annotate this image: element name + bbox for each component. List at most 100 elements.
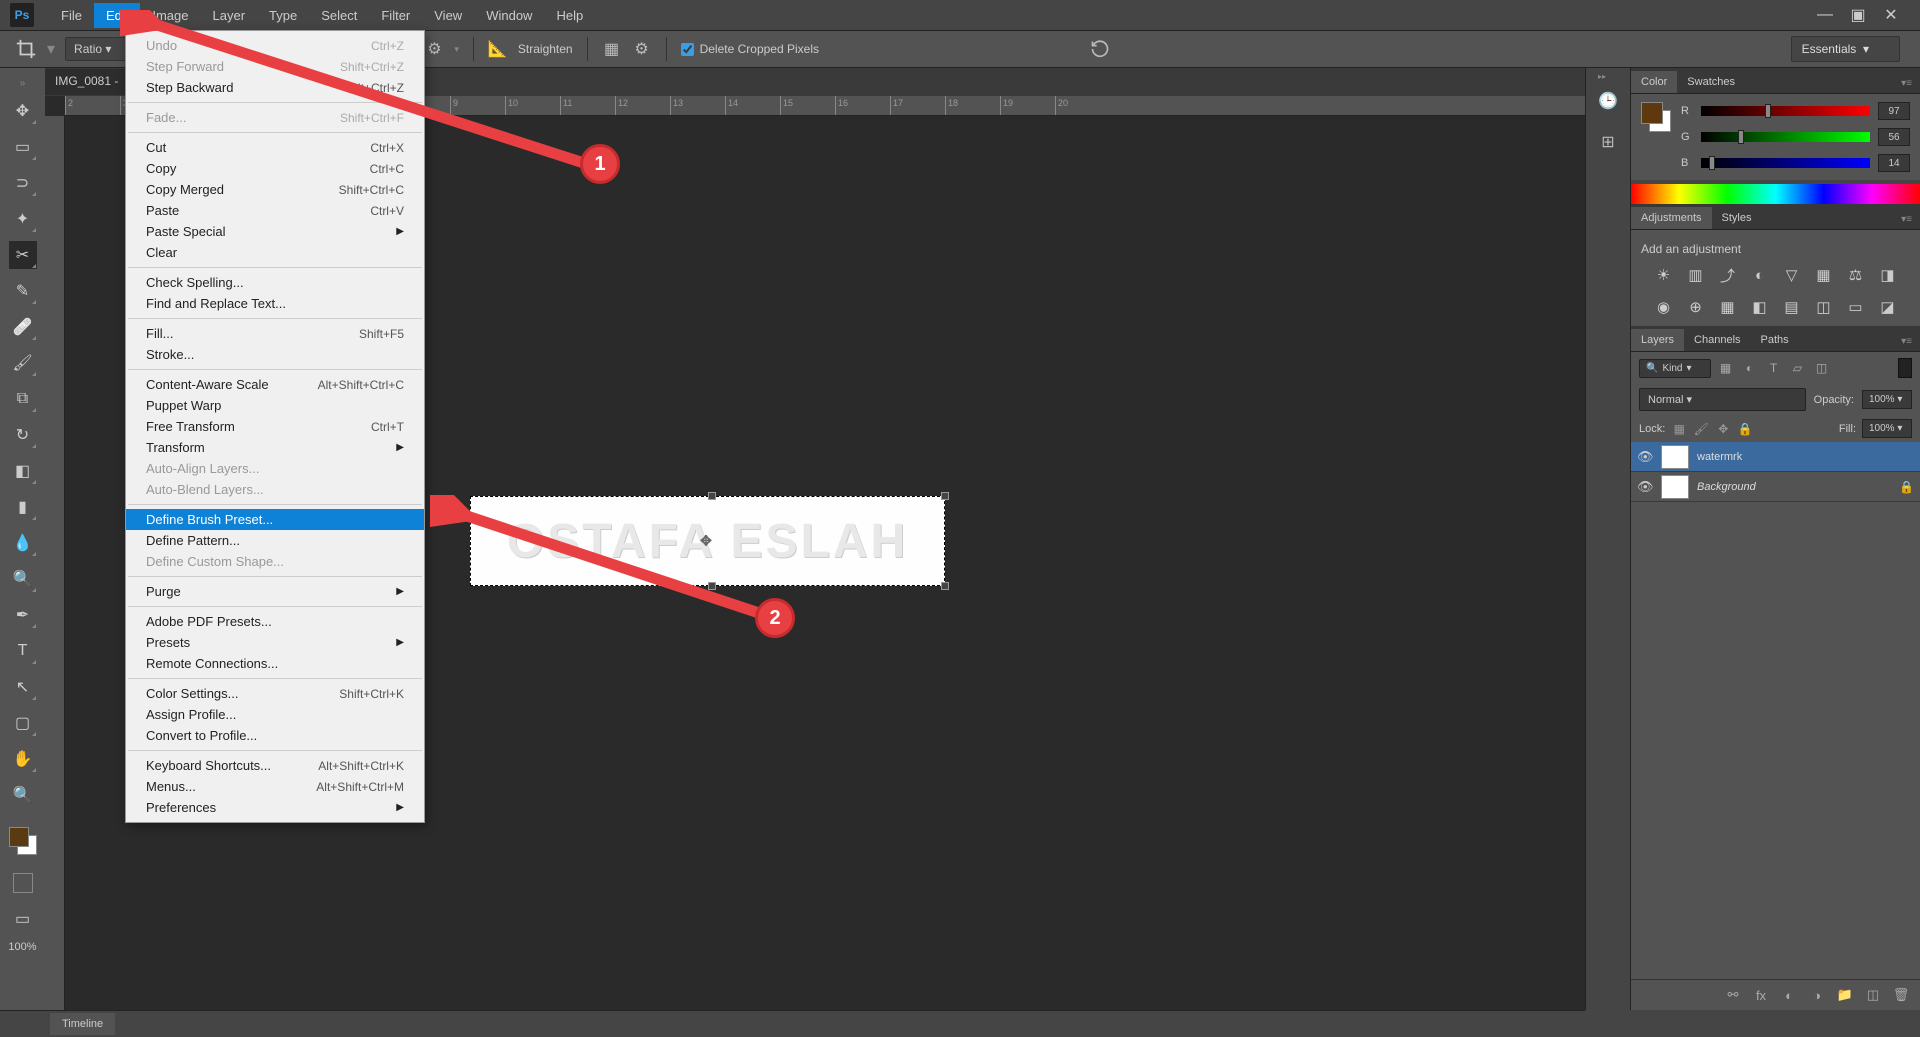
zoom-percent[interactable]: 100% [4, 937, 40, 957]
marquee-tool[interactable]: ▭ [9, 133, 37, 161]
zoom-tool[interactable]: 🔍 [9, 781, 37, 809]
delete-layer-icon[interactable]: 🗑 [1892, 986, 1910, 1004]
layer-name[interactable]: Background [1697, 481, 1891, 493]
tab-color[interactable]: Color [1631, 71, 1677, 93]
layer-mask-icon[interactable]: ◐ [1780, 986, 1798, 1004]
menu-item-color-settings-[interactable]: Color Settings...Shift+Ctrl+K [126, 683, 424, 704]
panel-menu-icon[interactable]: ▾≡ [1893, 210, 1920, 229]
g-slider[interactable] [1701, 132, 1870, 142]
tab-paths[interactable]: Paths [1751, 329, 1799, 351]
gradient-tool[interactable]: ▮ [9, 493, 37, 521]
bw-icon[interactable]: ◨ [1877, 264, 1899, 286]
menu-item-clear[interactable]: Clear [126, 242, 424, 263]
menu-window[interactable]: Window [474, 3, 544, 28]
type-tool[interactable]: T [9, 637, 37, 665]
lock-all-icon[interactable]: 🔒 [1737, 421, 1753, 437]
color-picker-swatch[interactable] [1641, 102, 1671, 132]
menu-help[interactable]: Help [544, 3, 595, 28]
menu-item-copy-merged[interactable]: Copy MergedShift+Ctrl+C [126, 179, 424, 200]
history-panel-icon[interactable]: 🕒 [1595, 88, 1621, 114]
g-value[interactable]: 56 [1878, 128, 1910, 146]
tab-channels[interactable]: Channels [1684, 329, 1750, 351]
adjustment-layer-icon[interactable]: ◑ [1808, 986, 1826, 1004]
hue-icon[interactable]: ▦ [1813, 264, 1835, 286]
timeline-tab[interactable]: Timeline [50, 1013, 115, 1035]
panel-menu-icon[interactable]: ▾≡ [1893, 74, 1920, 93]
menu-item-remote-connections-[interactable]: Remote Connections... [126, 653, 424, 674]
pixel-filter-icon[interactable]: ▦ [1717, 359, 1735, 377]
layer-thumbnail[interactable] [1661, 445, 1689, 469]
layer-row[interactable]: 👁 Background 🔒 [1631, 472, 1920, 502]
threshold-icon[interactable]: ◫ [1813, 296, 1835, 318]
menu-item-keyboard-shortcuts-[interactable]: Keyboard Shortcuts...Alt+Shift+Ctrl+K [126, 755, 424, 776]
fill-input[interactable]: 100% ▾ [1862, 419, 1912, 438]
straighten-label[interactable]: Straighten [518, 42, 573, 56]
menu-view[interactable]: View [422, 3, 474, 28]
r-value[interactable]: 97 [1878, 102, 1910, 120]
menu-select[interactable]: Select [309, 3, 369, 28]
lasso-tool[interactable]: ⊃ [9, 169, 37, 197]
menu-image[interactable]: Image [140, 3, 200, 28]
r-slider[interactable] [1701, 106, 1870, 116]
menu-item-assign-profile-[interactable]: Assign Profile... [126, 704, 424, 725]
collapse-icon[interactable]: ▸▸ [1598, 72, 1618, 80]
lock-transparency-icon[interactable]: ▦ [1671, 421, 1687, 437]
color-balance-icon[interactable]: ⚖ [1845, 264, 1867, 286]
dodge-tool[interactable]: 🔍 [9, 565, 37, 593]
history-brush-tool[interactable]: ↻ [9, 421, 37, 449]
straighten-icon[interactable]: 📐 [488, 39, 508, 59]
b-value[interactable]: 14 [1878, 154, 1910, 172]
tab-layers[interactable]: Layers [1631, 329, 1684, 351]
gradient-map-icon[interactable]: ▭ [1845, 296, 1867, 318]
link-layers-icon[interactable]: ⚯ [1724, 986, 1742, 1004]
vibrance-icon[interactable]: ▽ [1781, 264, 1803, 286]
settings-gear-icon[interactable]: ⚙ [424, 39, 444, 59]
new-layer-icon[interactable]: ◫ [1864, 986, 1882, 1004]
tab-adjustments[interactable]: Adjustments [1631, 207, 1712, 229]
menu-item-cut[interactable]: CutCtrl+X [126, 137, 424, 158]
selective-color-icon[interactable]: ◪ [1877, 296, 1899, 318]
color-spectrum[interactable] [1631, 184, 1920, 204]
menu-item-paste[interactable]: PasteCtrl+V [126, 200, 424, 221]
pen-tool[interactable]: ✒ [9, 601, 37, 629]
minimize-button[interactable]: — [1816, 6, 1834, 24]
type-filter-icon[interactable]: T [1765, 359, 1783, 377]
menu-edit[interactable]: Edit [94, 3, 140, 28]
menu-filter[interactable]: Filter [369, 3, 422, 28]
properties-panel-icon[interactable]: ⊞ [1595, 129, 1621, 155]
group-icon[interactable]: 📁 [1836, 986, 1854, 1004]
workspace-dropdown[interactable]: Essentials ▾ [1791, 36, 1900, 62]
tab-styles[interactable]: Styles [1712, 207, 1762, 229]
ratio-dropdown[interactable]: Ratio ▾ [65, 37, 130, 61]
smart-filter-icon[interactable]: ◫ [1813, 359, 1831, 377]
curves-icon[interactable]: ⤴ [1717, 264, 1739, 286]
menu-item-presets[interactable]: Presets▶ [126, 632, 424, 653]
menu-item-stroke-[interactable]: Stroke... [126, 344, 424, 365]
levels-icon[interactable]: ▥ [1685, 264, 1707, 286]
path-selection-tool[interactable]: ↖ [9, 673, 37, 701]
shape-filter-icon[interactable]: ▱ [1789, 359, 1807, 377]
menu-item-check-spelling-[interactable]: Check Spelling... [126, 272, 424, 293]
reset-icon[interactable] [1089, 39, 1111, 59]
brush-tool[interactable]: 🖌 [9, 349, 37, 377]
blend-mode-dropdown[interactable]: Normal ▾ [1639, 388, 1806, 411]
menu-item-copy[interactable]: CopyCtrl+C [126, 158, 424, 179]
adj-filter-icon[interactable]: ◐ [1741, 359, 1759, 377]
eraser-tool[interactable]: ◧ [9, 457, 37, 485]
lock-pixels-icon[interactable]: 🖌 [1693, 421, 1709, 437]
selection-marquee[interactable]: OSTAFA ESLAH ✥ [470, 496, 945, 586]
delete-cropped-checkbox[interactable]: Delete Cropped Pixels [681, 42, 819, 56]
blur-tool[interactable]: 💧 [9, 529, 37, 557]
shape-tool[interactable]: ▢ [9, 709, 37, 737]
menu-item-puppet-warp[interactable]: Puppet Warp [126, 395, 424, 416]
layer-row[interactable]: 👁 watermrk [1631, 442, 1920, 472]
menu-item-purge[interactable]: Purge▶ [126, 581, 424, 602]
visibility-icon[interactable]: 👁 [1637, 479, 1653, 495]
menu-item-preferences[interactable]: Preferences▶ [126, 797, 424, 818]
menu-item-convert-to-profile-[interactable]: Convert to Profile... [126, 725, 424, 746]
eyedropper-tool[interactable]: ✎ [9, 277, 37, 305]
layer-filter-dropdown[interactable]: 🔍 Kind ▾ [1639, 359, 1711, 378]
color-swatches[interactable] [9, 827, 37, 855]
menu-item-find-and-replace-text-[interactable]: Find and Replace Text... [126, 293, 424, 314]
magic-wand-tool[interactable]: ✦ [9, 205, 37, 233]
